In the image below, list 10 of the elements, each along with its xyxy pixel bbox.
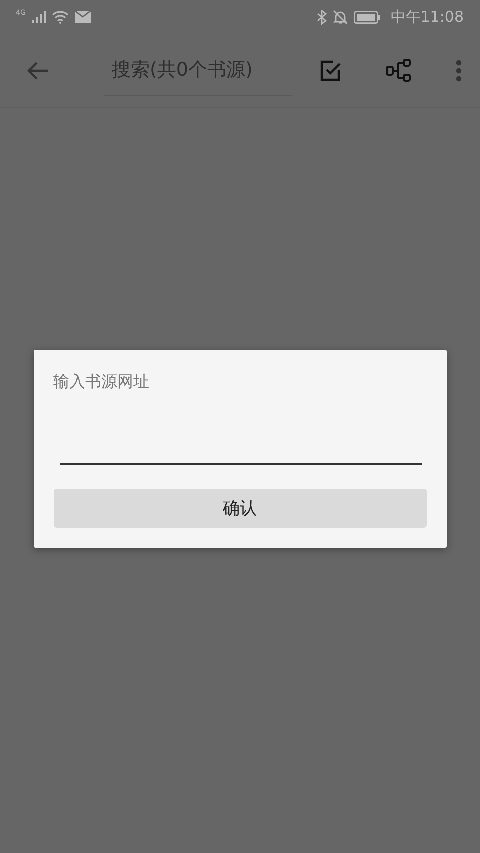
bluetooth-icon — [316, 10, 327, 24]
muted-bell-icon — [332, 10, 348, 24]
signal-icon — [32, 11, 46, 23]
clock-time: 中午11:08 — [390, 8, 464, 26]
confirm-button[interactable]: 确认 — [54, 489, 426, 528]
wifi-icon — [52, 10, 69, 24]
mail-icon — [74, 11, 91, 23]
battery-icon — [354, 10, 381, 24]
search-field[interactable]: 搜索(共0个书源) — [104, 45, 292, 96]
dialog-title: 输入书源网址 — [54, 372, 150, 393]
